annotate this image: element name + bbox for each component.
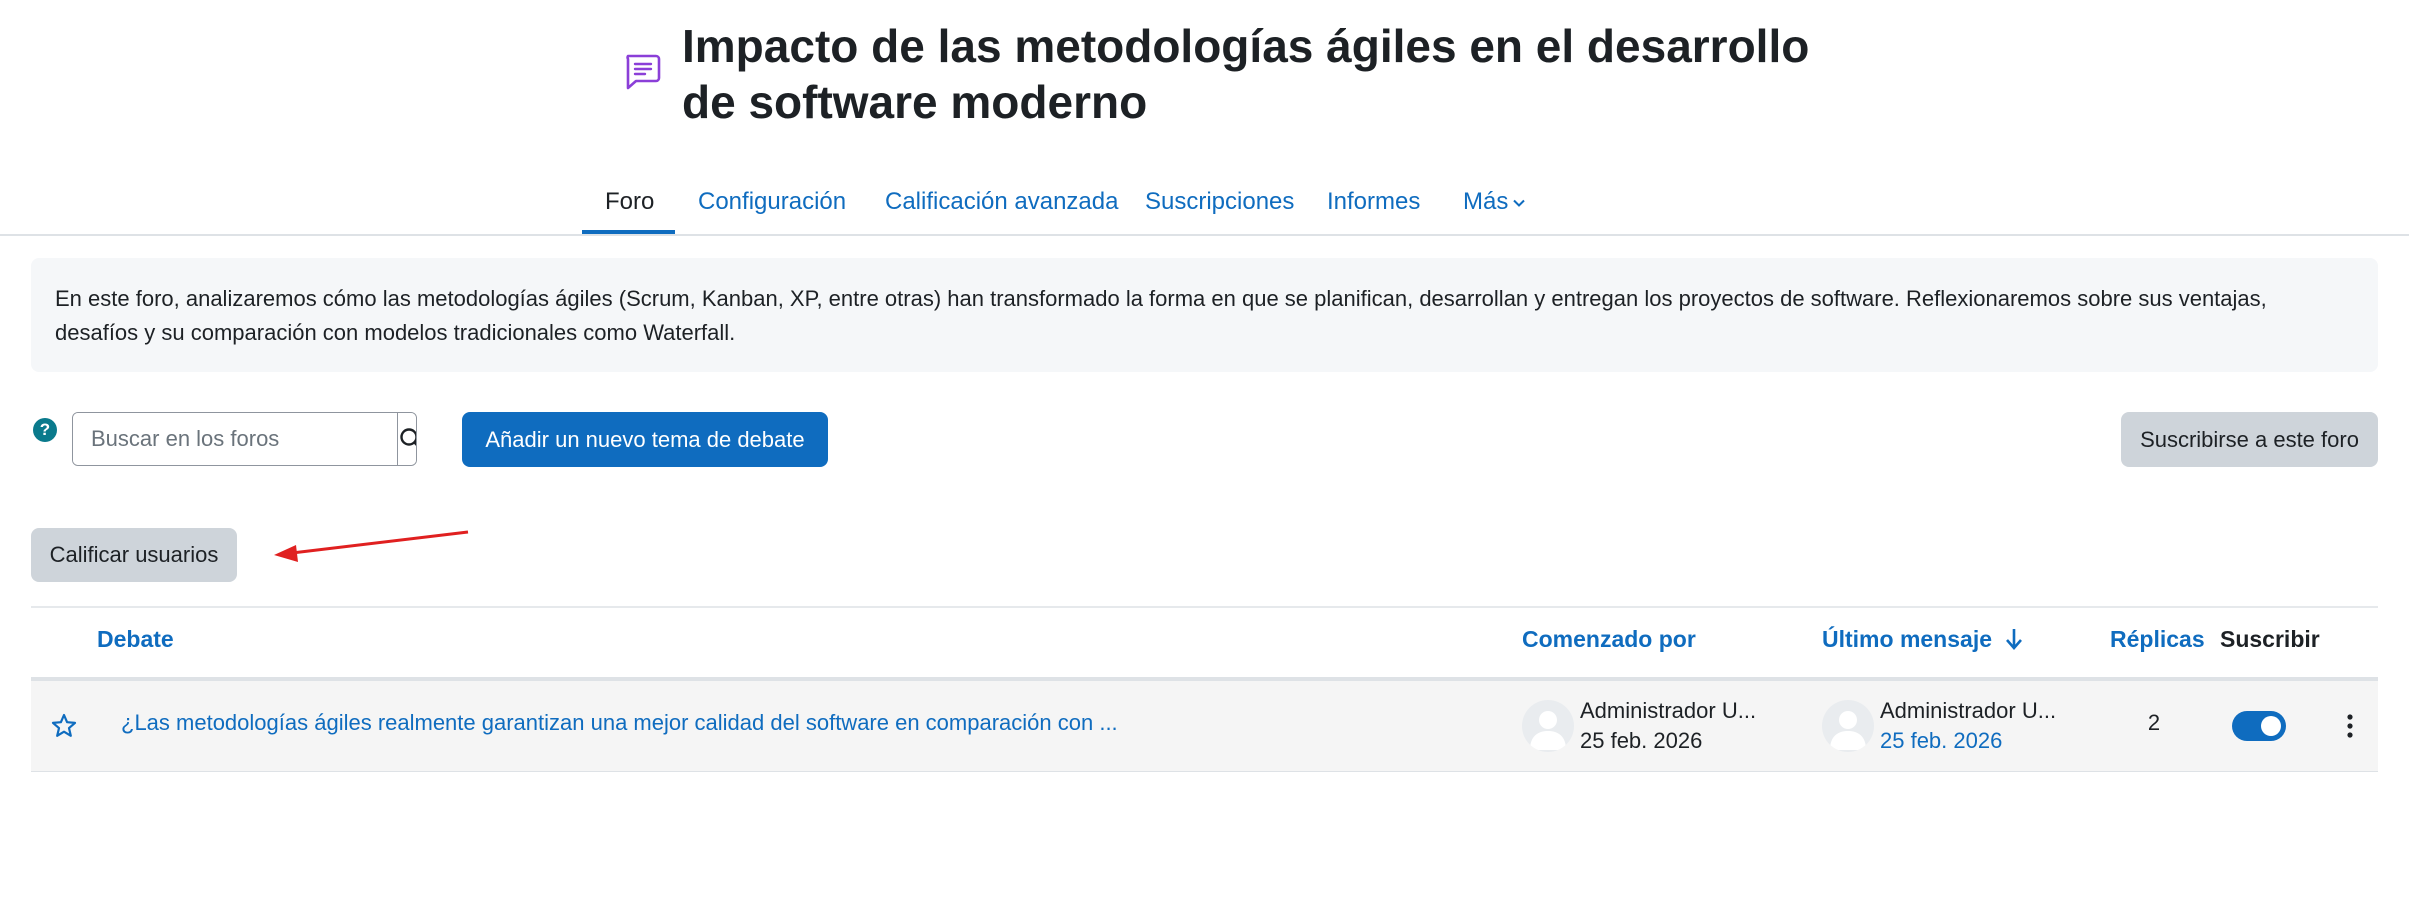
- add-discussion-button[interactable]: Añadir un nuevo tema de debate: [462, 412, 828, 467]
- table-top-border: [31, 606, 2378, 608]
- tab-foro[interactable]: Foro: [605, 174, 654, 230]
- avatar-icon: [1530, 711, 1566, 750]
- annotation-arrow: [274, 530, 469, 562]
- header-replicas[interactable]: Réplicas: [2110, 626, 2205, 653]
- toggle-knob: [2261, 716, 2281, 736]
- forum-icon: [626, 54, 661, 90]
- page-title: Impacto de las metodologías ágiles en el…: [682, 20, 1810, 128]
- grade-users-button[interactable]: Calificar usuarios: [31, 528, 237, 582]
- header-comenzado-por[interactable]: Comenzado por: [1522, 626, 1696, 653]
- secondary-navigation: Foro Configuración Calificación avanzada…: [0, 160, 2409, 236]
- forum-intro: En este foro, analizaremos cómo las meto…: [31, 258, 2378, 372]
- sort-down-arrow-icon: [2006, 629, 2023, 650]
- started-by-date: 25 feb. 2026: [1580, 728, 1703, 753]
- discussion-title-link[interactable]: ¿Las metodologías ágiles realmente garan…: [121, 710, 1118, 736]
- last-post-date-link[interactable]: 25 feb. 2026: [1880, 728, 2002, 754]
- chevron-down-icon: [1513, 199, 1526, 207]
- tab-informes[interactable]: Informes: [1327, 174, 1420, 230]
- tab-suscripciones[interactable]: Suscripciones: [1145, 174, 1294, 230]
- forum-search: [72, 412, 417, 466]
- started-by-name[interactable]: Administrador U...: [1580, 698, 1756, 724]
- tab-mas[interactable]: Más: [1463, 174, 1526, 230]
- replies-count: 2: [2147, 710, 2161, 735]
- kebab-menu-icon[interactable]: [2338, 712, 2362, 740]
- header-ultimo-mensaje-label: Último mensaje: [1822, 626, 1992, 652]
- tab-calificacion-avanzada[interactable]: Calificación avanzada: [885, 174, 1118, 230]
- tab-mas-label: Más: [1463, 188, 1509, 215]
- subscribe-forum-button[interactable]: Suscribirse a este foro: [2121, 412, 2378, 467]
- avatar[interactable]: [1522, 700, 1574, 752]
- avatar[interactable]: [1822, 700, 1874, 752]
- subscribe-toggle[interactable]: [2232, 711, 2286, 741]
- star-icon[interactable]: [50, 712, 78, 740]
- header-ultimo-mensaje[interactable]: Último mensaje: [1822, 626, 2024, 653]
- active-tab-indicator: [582, 230, 675, 234]
- help-icon[interactable]: ?: [33, 418, 57, 442]
- header-debate[interactable]: Debate: [97, 626, 174, 653]
- last-post-name[interactable]: Administrador U...: [1880, 698, 2056, 724]
- avatar-icon: [1830, 711, 1866, 750]
- search-input[interactable]: [73, 413, 397, 465]
- tab-configuracion[interactable]: Configuración: [698, 174, 846, 230]
- search-icon: [400, 428, 416, 446]
- header-suscribir: Suscribir: [2220, 626, 2320, 652]
- search-button[interactable]: [397, 413, 416, 465]
